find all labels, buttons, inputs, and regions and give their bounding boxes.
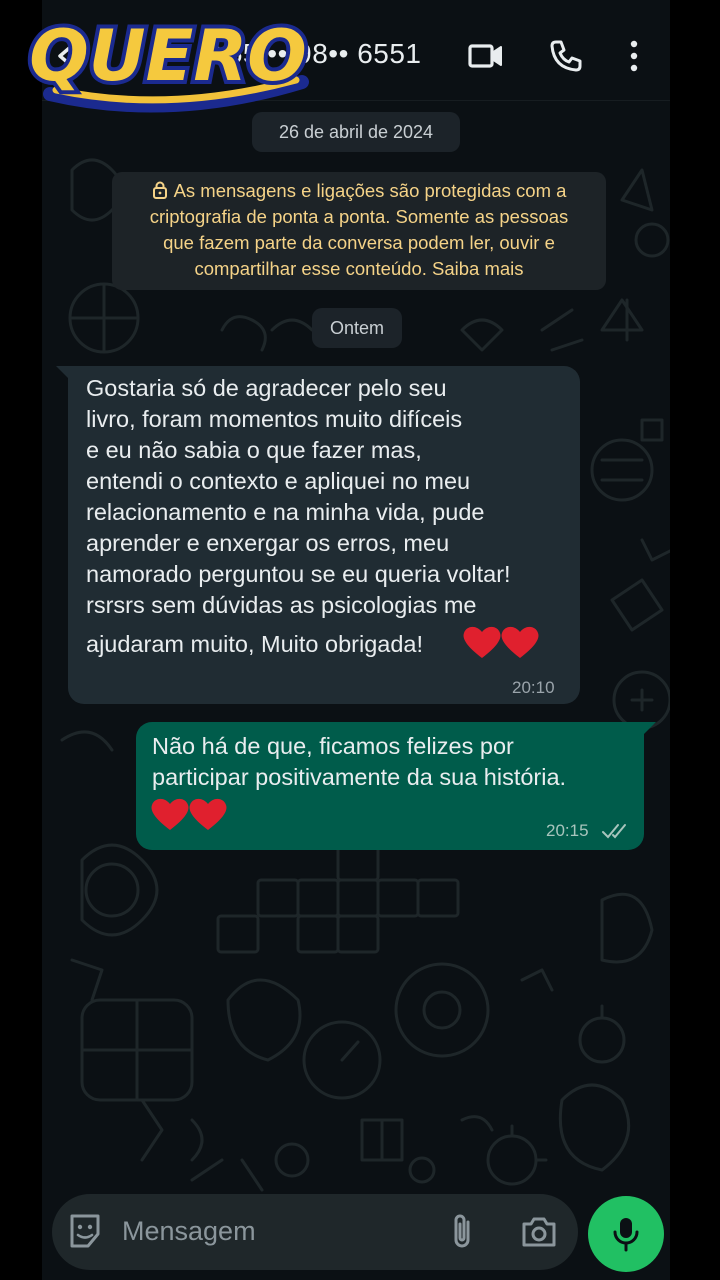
quero-logo: QUERO [25, 11, 310, 113]
attach-clip-icon[interactable] [446, 1212, 480, 1252]
more-options-icon[interactable] [622, 36, 662, 76]
message-timestamp: 20:10 [512, 678, 555, 697]
microphone-icon [613, 1218, 639, 1252]
message-line: participar positivamente da sua história… [152, 764, 567, 790]
incoming-message-text: Gostaria só de agradecer pelo seu livro,… [86, 373, 586, 660]
heart-emoji-icon [151, 798, 227, 830]
voice-call-icon[interactable] [546, 36, 586, 76]
message-line: namorado perguntou se eu queria voltar! [86, 561, 511, 587]
outgoing-message-text: Não há de que, ficamos felizes por parti… [152, 731, 642, 793]
heart-emoji-icon [463, 626, 539, 658]
message-line: rsrsrs sem dúvidas as psicologias me [86, 592, 477, 618]
message-line: relacionamento e na minha vida, pude [86, 499, 485, 525]
date-separator: Ontem [312, 308, 402, 348]
lock-icon [152, 181, 167, 199]
encryption-notice-text: que fazem parte da conversa podem ler, o… [163, 232, 555, 253]
logo-text: QUERO [29, 15, 307, 97]
encryption-notice-text: As mensagens e ligações são protegidas c… [173, 180, 567, 201]
chat-screen: +55 •• 98•• 6551 26 de abril de 2024 As … [42, 0, 670, 1280]
voice-message-button[interactable] [588, 1196, 664, 1272]
encryption-notice[interactable]: As mensagens e ligações são protegidas c… [112, 172, 606, 290]
encryption-notice-line: As mensagens e ligações são protegidas c… [112, 178, 606, 204]
read-receipt-icon [602, 824, 626, 839]
emoji-sticker-icon[interactable] [66, 1212, 104, 1250]
message-line: aprender e enxergar os erros, meu [86, 530, 450, 556]
message-line: livro, foram momentos muito difíceis [86, 406, 463, 432]
camera-icon[interactable] [520, 1214, 558, 1250]
encryption-notice-text: compartilhar esse conteúdo. Saiba mais [194, 258, 524, 279]
video-call-icon[interactable] [466, 36, 506, 76]
message-line: e eu não sabia o que fazer mas, [86, 437, 422, 463]
message-timestamp: 20:15 [546, 821, 589, 840]
message-line: Gostaria só de agradecer pelo seu [86, 375, 447, 401]
message-line: entendi o contexto e apliquei no meu [86, 468, 471, 494]
message-input[interactable]: Mensagem [122, 1216, 256, 1247]
encryption-notice-text: criptografia de ponta a ponta. Somente a… [149, 206, 569, 227]
message-line: Não há de que, ficamos felizes por [152, 733, 514, 759]
